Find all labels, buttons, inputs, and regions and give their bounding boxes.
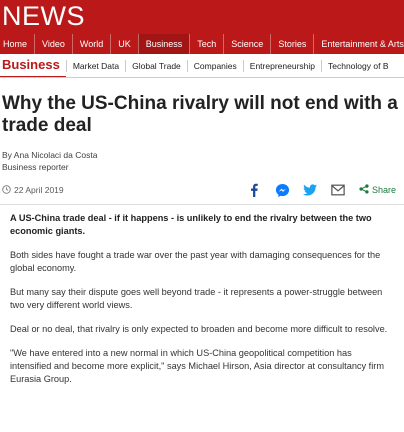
author-name: By Ana Nicolaci da Costa xyxy=(2,150,98,160)
share-label: Share xyxy=(371,185,396,195)
twitter-icon[interactable] xyxy=(303,183,318,198)
main-nav: Home Video World UK Business Tech Scienc… xyxy=(0,34,404,54)
article-paragraph: A US-China trade deal - if it happens - … xyxy=(10,213,372,236)
nav-item-home[interactable]: Home xyxy=(0,34,34,54)
article-paragraph: "We have entered into a new normal in wh… xyxy=(10,348,384,384)
publish-date: 22 April 2019 xyxy=(0,184,64,196)
subnav-item-market-data[interactable]: Market Data xyxy=(65,59,125,72)
share-button[interactable]: Share xyxy=(359,184,396,196)
subnav-item-global-trade[interactable]: Global Trade xyxy=(125,59,187,72)
byline: By Ana Nicolaci da Costa Business report… xyxy=(2,149,97,173)
article-paragraph: Deal or no deal, that rivalry is only ex… xyxy=(10,324,388,334)
article-paragraph: Both sides have fought a trade war over … xyxy=(10,250,381,273)
masthead: NEWS Home Video World UK Business Tech S… xyxy=(0,0,404,54)
clock-icon xyxy=(2,184,11,196)
nav-item-world[interactable]: World xyxy=(71,34,110,54)
section-nav: Business Market Data Global Trade Compan… xyxy=(0,54,404,78)
share-tools: Share xyxy=(247,183,396,198)
subnav-item-technology[interactable]: Technology of B xyxy=(321,59,394,72)
news-logo[interactable]: NEWS xyxy=(2,1,85,31)
date-text: 22 April 2019 xyxy=(14,185,64,195)
article-body: A US-China trade deal - if it happens - … xyxy=(10,212,390,397)
messenger-icon[interactable] xyxy=(275,183,290,198)
section-title[interactable]: Business xyxy=(0,54,66,77)
subnav-item-entrepreneurship[interactable]: Entrepreneurship xyxy=(242,59,321,72)
nav-item-tech[interactable]: Tech xyxy=(189,34,223,54)
meta-divider xyxy=(0,204,404,205)
nav-item-video[interactable]: Video xyxy=(34,34,72,54)
facebook-icon[interactable] xyxy=(247,183,262,198)
subnav-item-companies[interactable]: Companies xyxy=(186,59,243,72)
author-role: Business reporter xyxy=(2,162,69,172)
nav-item-entertainment[interactable]: Entertainment & Arts xyxy=(313,34,404,54)
nav-item-business[interactable]: Business xyxy=(137,34,190,54)
article-headline: Why the US-China rivalry will not end wi… xyxy=(2,93,398,136)
nav-item-uk[interactable]: UK xyxy=(110,34,138,54)
share-icon xyxy=(359,184,369,196)
email-icon[interactable] xyxy=(331,183,346,198)
article-meta: 22 April 2019 Share xyxy=(0,179,404,201)
nav-item-science[interactable]: Science xyxy=(223,34,270,54)
article-paragraph: But many say their dispute goes well bey… xyxy=(10,287,383,310)
nav-item-stories[interactable]: Stories xyxy=(270,34,313,54)
